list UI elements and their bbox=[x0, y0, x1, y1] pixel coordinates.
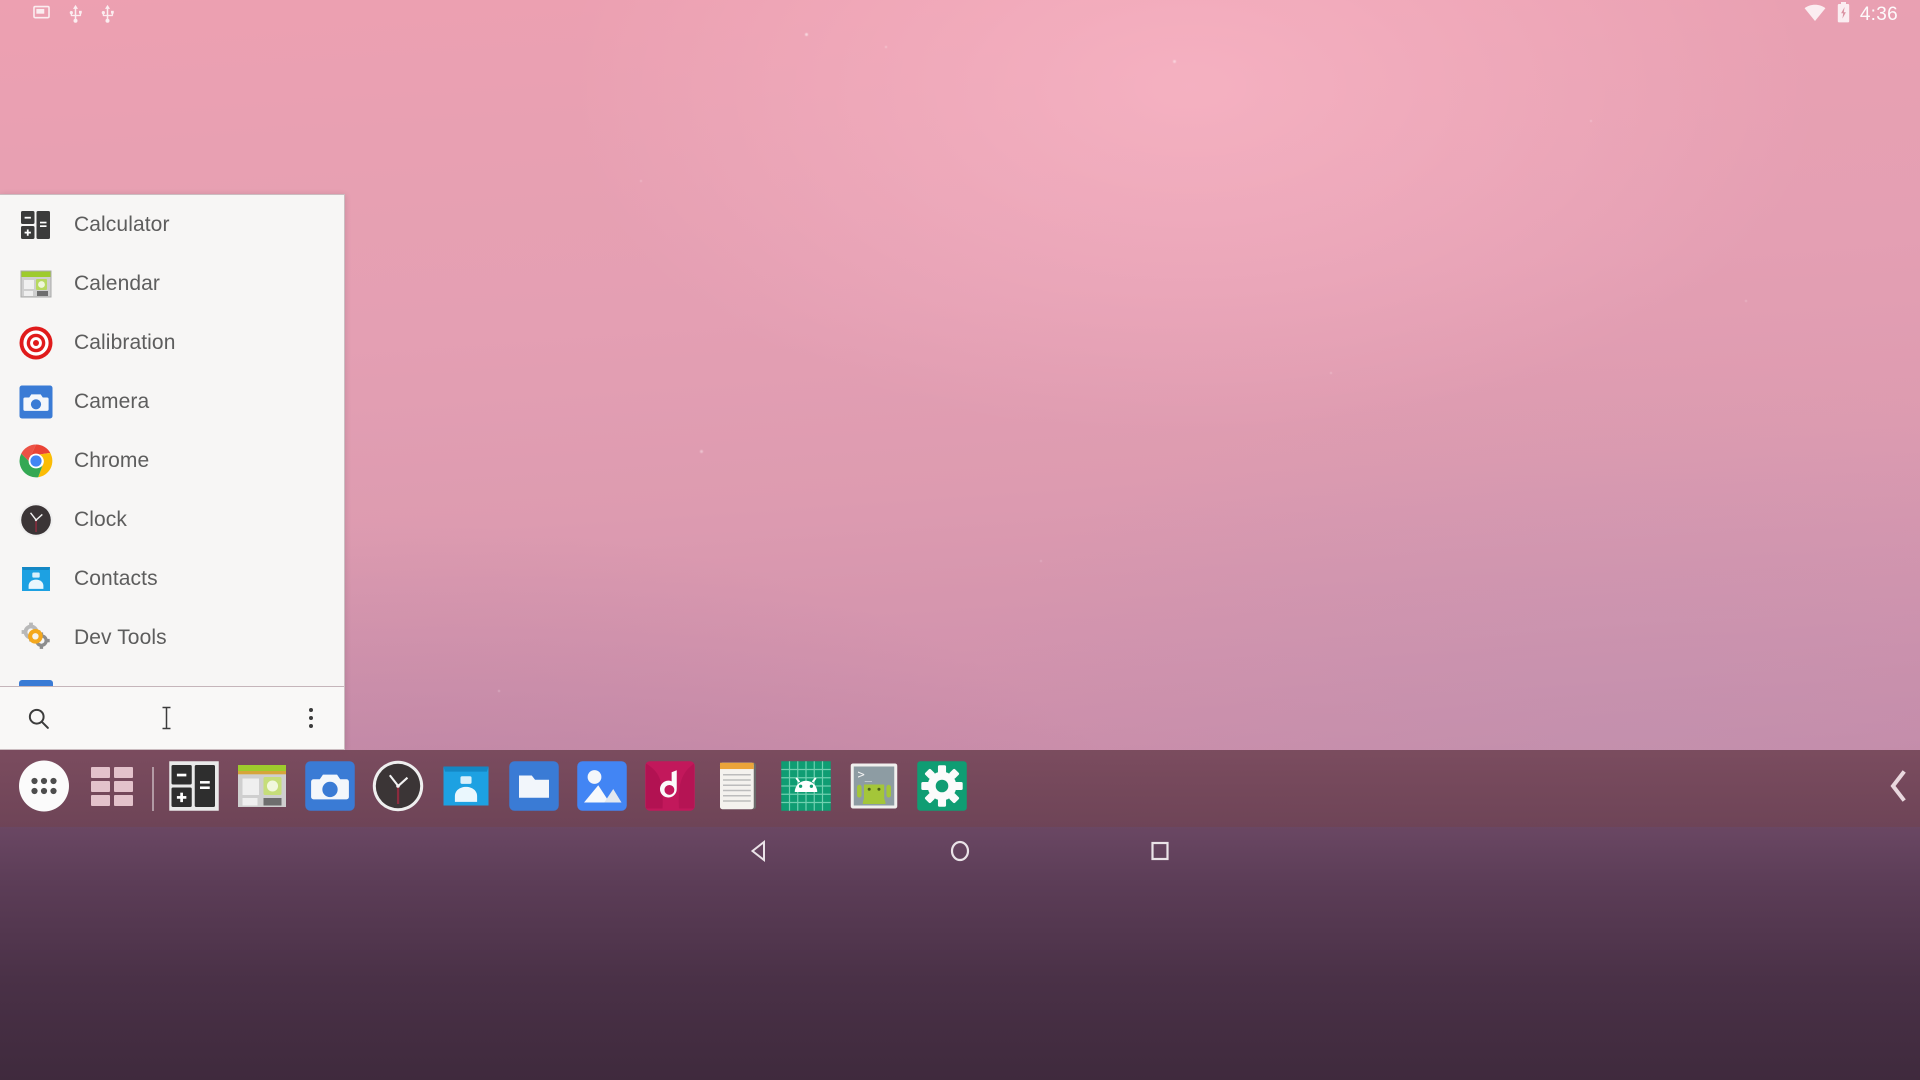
taskbar-app-music[interactable] bbox=[636, 750, 704, 827]
contacts-icon bbox=[439, 759, 493, 818]
taskbar-app-clock[interactable] bbox=[364, 750, 432, 827]
taskbar-divider bbox=[152, 766, 154, 811]
taskbar-app-terminal[interactable]: >_ bbox=[840, 750, 908, 827]
calculator-icon bbox=[167, 759, 221, 818]
app-list-item-label: Camera bbox=[74, 389, 150, 413]
home-circle-icon bbox=[947, 838, 973, 869]
overflow-menu-icon[interactable] bbox=[296, 703, 326, 733]
recent-apps-grid-button[interactable] bbox=[78, 750, 146, 827]
search-icon bbox=[26, 706, 51, 731]
app-list-item-dev-tools[interactable]: Dev Tools bbox=[0, 608, 344, 667]
app-list-item-label: Calculator bbox=[74, 212, 170, 236]
notepad-icon bbox=[711, 759, 765, 818]
status-bar-right-icons: 4:36 bbox=[1803, 2, 1904, 28]
camera-icon bbox=[17, 383, 55, 421]
app-list-item-calendar[interactable]: Calendar bbox=[0, 254, 344, 313]
taskbar-app-photos[interactable] bbox=[568, 750, 636, 827]
taskbar-collapse-button[interactable] bbox=[1878, 750, 1918, 827]
back-button[interactable] bbox=[660, 827, 860, 879]
clock-icon bbox=[371, 759, 425, 818]
app-search-bar[interactable] bbox=[0, 686, 344, 749]
taskbar-app-calendar[interactable] bbox=[228, 750, 296, 827]
app-list-item-calculator[interactable]: Calculator bbox=[0, 195, 344, 254]
android-grid-icon bbox=[779, 759, 833, 818]
camera-icon bbox=[303, 759, 357, 818]
navigation-bar bbox=[0, 827, 1920, 1080]
files-folder-icon bbox=[507, 759, 561, 818]
app-list-panel: Calculator Calendar Calibration Camera C… bbox=[0, 194, 345, 750]
taskbar-app-notes[interactable] bbox=[704, 750, 772, 827]
chrome-icon bbox=[17, 442, 55, 480]
wifi-icon bbox=[1803, 3, 1827, 28]
app-list-item-label: Calendar bbox=[74, 271, 161, 295]
calendar-icon bbox=[17, 265, 55, 303]
music-note-icon bbox=[643, 759, 697, 818]
all-apps-button[interactable] bbox=[10, 750, 78, 827]
usb-icon-2 bbox=[100, 3, 115, 28]
partial-blue-app-icon bbox=[17, 678, 55, 686]
taskbar-app-files[interactable] bbox=[500, 750, 568, 827]
app-list-item-label: Clock bbox=[74, 507, 128, 531]
app-list-scroll-area[interactable]: Calculator Calendar Calibration Camera C… bbox=[0, 195, 344, 686]
app-list-item-label: Calibration bbox=[74, 330, 176, 354]
taskbar-app-android-grid[interactable] bbox=[772, 750, 840, 827]
calendar-icon bbox=[235, 759, 289, 818]
status-bar: 4:36 bbox=[0, 0, 1920, 30]
calibration-target-icon bbox=[17, 324, 55, 362]
chevron-left-icon bbox=[1887, 769, 1909, 808]
calculator-icon bbox=[17, 206, 55, 244]
app-list-item-label: Dev Tools bbox=[74, 625, 167, 649]
home-button[interactable] bbox=[860, 827, 1060, 879]
app-drawer-dots-icon bbox=[16, 758, 72, 819]
android-terminal-icon: >_ bbox=[847, 759, 901, 818]
status-bar-clock: 4:36 bbox=[1859, 4, 1898, 25]
taskbar-app-camera[interactable] bbox=[296, 750, 364, 827]
back-triangle-icon bbox=[747, 838, 773, 869]
dev-tools-gear-icon bbox=[17, 619, 55, 657]
app-list-item-label: Chrome bbox=[74, 448, 150, 472]
navigation-buttons bbox=[0, 827, 1920, 879]
taskbar: >_ bbox=[0, 750, 1920, 827]
app-list-item-chrome[interactable]: Chrome bbox=[0, 431, 344, 490]
android-home-screen: 4:36 Calculator Calendar Calibration Cam… bbox=[0, 0, 1920, 1080]
app-list-item-partial[interactable] bbox=[0, 667, 344, 686]
taskbar-app-settings[interactable] bbox=[908, 750, 976, 827]
svg-text:>_: >_ bbox=[858, 768, 873, 782]
app-list-item-contacts[interactable]: Contacts bbox=[0, 549, 344, 608]
recents-button[interactable] bbox=[1060, 827, 1260, 879]
text-cursor-icon bbox=[161, 706, 172, 731]
app-list-item-camera[interactable]: Camera bbox=[0, 372, 344, 431]
taskbar-app-contacts[interactable] bbox=[432, 750, 500, 827]
photos-gallery-icon bbox=[575, 759, 629, 818]
grid-squares-icon bbox=[88, 762, 136, 815]
settings-gear-icon bbox=[915, 759, 969, 818]
app-list-item-label: Contacts bbox=[74, 566, 158, 590]
screen-cast-icon bbox=[32, 3, 51, 27]
app-list-item-calibration[interactable]: Calibration bbox=[0, 313, 344, 372]
app-list-item-clock[interactable]: Clock bbox=[0, 490, 344, 549]
clock-icon bbox=[17, 501, 55, 539]
recents-square-icon bbox=[1147, 838, 1173, 869]
search-input[interactable] bbox=[51, 687, 296, 749]
taskbar-app-calculator[interactable] bbox=[160, 750, 228, 827]
contacts-icon bbox=[17, 560, 55, 598]
usb-icon-1 bbox=[68, 3, 83, 28]
status-bar-left-icons bbox=[16, 3, 115, 28]
battery-charging-icon bbox=[1837, 2, 1850, 28]
